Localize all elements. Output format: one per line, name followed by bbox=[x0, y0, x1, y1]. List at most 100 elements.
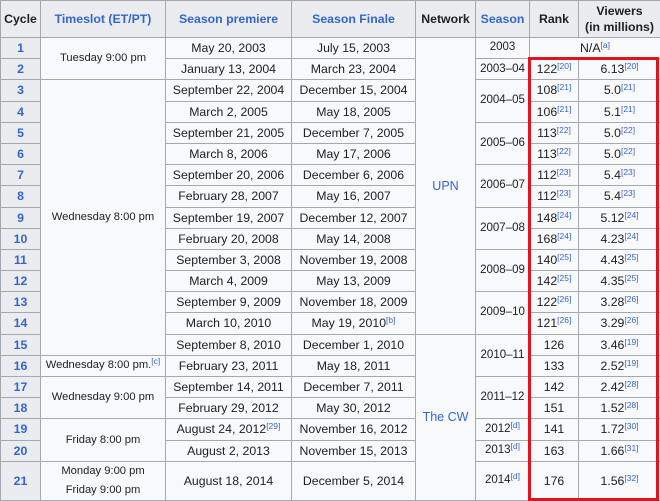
cycle-cell[interactable]: 5 bbox=[1, 122, 41, 143]
reference-link[interactable]: [31] bbox=[624, 443, 638, 453]
reference-link[interactable]: [22] bbox=[621, 125, 635, 135]
rank-cell: 113[22] bbox=[530, 122, 579, 143]
cycle-cell[interactable]: 2 bbox=[1, 59, 41, 80]
cycle-cell[interactable]: 12 bbox=[1, 271, 41, 292]
cycle-cell[interactable]: 11 bbox=[1, 249, 41, 270]
reference-link[interactable]: [25] bbox=[557, 273, 571, 283]
reference-link[interactable]: [22] bbox=[621, 146, 635, 156]
col-header-finale[interactable]: Season Finale bbox=[292, 1, 416, 38]
viewers-value: 4.35 bbox=[600, 274, 624, 288]
timeslot-header-link[interactable]: Timeslot (ET/PT) bbox=[55, 12, 152, 26]
finale-cell: November 18, 2009 bbox=[292, 292, 416, 313]
network-cw-link[interactable]: The CW bbox=[416, 334, 476, 500]
reference-link[interactable]: [25] bbox=[624, 252, 638, 262]
season-value: 2014 bbox=[485, 474, 511, 486]
reference-link[interactable]: [28] bbox=[624, 379, 638, 389]
reference-link[interactable]: [30] bbox=[624, 421, 638, 431]
reference-link[interactable]: [21] bbox=[621, 82, 635, 92]
reference-link[interactable]: [23] bbox=[557, 188, 571, 198]
reference-link[interactable]: [a] bbox=[601, 40, 610, 50]
reference-link[interactable]: [26] bbox=[557, 294, 571, 304]
reference-link[interactable]: [23] bbox=[621, 167, 635, 177]
reference-link[interactable]: [d] bbox=[511, 420, 520, 430]
reference-link[interactable]: [23] bbox=[621, 188, 635, 198]
cycle-cell[interactable]: 1 bbox=[1, 38, 41, 59]
reference-link[interactable]: [24] bbox=[624, 231, 638, 241]
cycle-cell[interactable]: 4 bbox=[1, 101, 41, 122]
reference-link[interactable]: [24] bbox=[557, 210, 571, 220]
rank-cell: 113[22] bbox=[530, 143, 579, 164]
reference-link[interactable]: [20] bbox=[557, 61, 571, 71]
finale-cell: December 12, 2007 bbox=[292, 207, 416, 228]
reference-link[interactable]: [26] bbox=[624, 294, 638, 304]
reference-link[interactable]: [26] bbox=[557, 315, 571, 325]
cycle-cell[interactable]: 6 bbox=[1, 143, 41, 164]
timeslot-line: Monday 9:00 pm bbox=[41, 462, 165, 481]
cycle-cell[interactable]: 8 bbox=[1, 186, 41, 207]
reference-link[interactable]: [21] bbox=[557, 104, 571, 114]
reference-link[interactable]: [29] bbox=[266, 421, 280, 431]
viewers-cell: 5.0[21] bbox=[579, 80, 660, 101]
cycle-cell[interactable]: 21 bbox=[1, 461, 41, 500]
reference-link[interactable]: [26] bbox=[624, 315, 638, 325]
reference-link[interactable]: [21] bbox=[621, 104, 635, 114]
reference-link[interactable]: [22] bbox=[557, 125, 571, 135]
cycle-cell[interactable]: 17 bbox=[1, 377, 41, 398]
premiere-cell: February 23, 2011 bbox=[166, 355, 292, 376]
viewers-cell: 3.46[19] bbox=[579, 334, 660, 355]
reference-link[interactable]: [28] bbox=[624, 400, 638, 410]
reference-link[interactable]: [c] bbox=[151, 356, 160, 366]
cycle-cell[interactable]: 14 bbox=[1, 313, 41, 334]
finale-cell: December 5, 2014 bbox=[292, 461, 416, 500]
reference-link[interactable]: [19] bbox=[624, 337, 638, 347]
reference-link[interactable]: [20] bbox=[624, 61, 638, 71]
reference-link[interactable]: [22] bbox=[557, 146, 571, 156]
premiere-cell: September 21, 2005 bbox=[166, 122, 292, 143]
cycle-cell[interactable]: 10 bbox=[1, 228, 41, 249]
reference-link[interactable]: [19] bbox=[624, 358, 638, 368]
finale-cell: March 23, 2004 bbox=[292, 59, 416, 80]
reference-link[interactable]: [25] bbox=[557, 252, 571, 262]
rank-cell: 141 bbox=[530, 419, 579, 440]
rank-cell: 142 bbox=[530, 377, 579, 398]
premiere-cell: March 4, 2009 bbox=[166, 271, 292, 292]
season-cell: 2014[d] bbox=[476, 461, 530, 500]
col-header-premiere[interactable]: Season premiere bbox=[166, 1, 292, 38]
reference-link[interactable]: [23] bbox=[557, 167, 571, 177]
cycle-cell[interactable]: 15 bbox=[1, 334, 41, 355]
col-header-season[interactable]: Season bbox=[476, 1, 530, 38]
rank-cell: 112[23] bbox=[530, 165, 579, 186]
reference-link[interactable]: [25] bbox=[624, 273, 638, 283]
reference-link[interactable]: [32] bbox=[624, 473, 638, 483]
rank-value: 133 bbox=[544, 359, 565, 373]
finale-cell: May 14, 2008 bbox=[292, 228, 416, 249]
reference-link[interactable]: [b] bbox=[386, 315, 395, 325]
cycle-cell[interactable]: 16 bbox=[1, 355, 41, 376]
rank-cell: 176 bbox=[530, 461, 579, 500]
rank-value: 122 bbox=[537, 295, 558, 309]
season-cell: 2012[d] bbox=[476, 419, 530, 440]
reference-link[interactable]: [21] bbox=[557, 82, 571, 92]
reference-link[interactable]: [d] bbox=[511, 471, 520, 481]
cycle-cell[interactable]: 9 bbox=[1, 207, 41, 228]
rank-value: 108 bbox=[537, 83, 558, 97]
reference-link[interactable]: [d] bbox=[511, 441, 520, 451]
cycle-cell[interactable]: 19 bbox=[1, 419, 41, 440]
premiere-cell: March 10, 2010 bbox=[166, 313, 292, 334]
reference-link[interactable]: [24] bbox=[557, 231, 571, 241]
reference-link[interactable]: [24] bbox=[624, 210, 638, 220]
cycle-cell[interactable]: 18 bbox=[1, 398, 41, 419]
season-cell: 2008–09 bbox=[476, 249, 530, 291]
cycle-cell[interactable]: 3 bbox=[1, 80, 41, 101]
finale-cell: May 13, 2009 bbox=[292, 271, 416, 292]
rank-value: 122 bbox=[537, 62, 558, 76]
network-upn-link[interactable]: UPN bbox=[416, 38, 476, 335]
cycle-cell[interactable]: 7 bbox=[1, 165, 41, 186]
col-header-cycle: Cycle bbox=[1, 1, 41, 38]
viewers-value: 1.72 bbox=[600, 422, 624, 436]
table-row: 21 Monday 9:00 pm Friday 9:00 pm August … bbox=[1, 461, 660, 500]
cycle-cell[interactable]: 13 bbox=[1, 292, 41, 313]
cycle-cell[interactable]: 20 bbox=[1, 440, 41, 461]
rank-value: 112 bbox=[537, 189, 557, 203]
col-header-rank: Rank bbox=[530, 1, 579, 38]
